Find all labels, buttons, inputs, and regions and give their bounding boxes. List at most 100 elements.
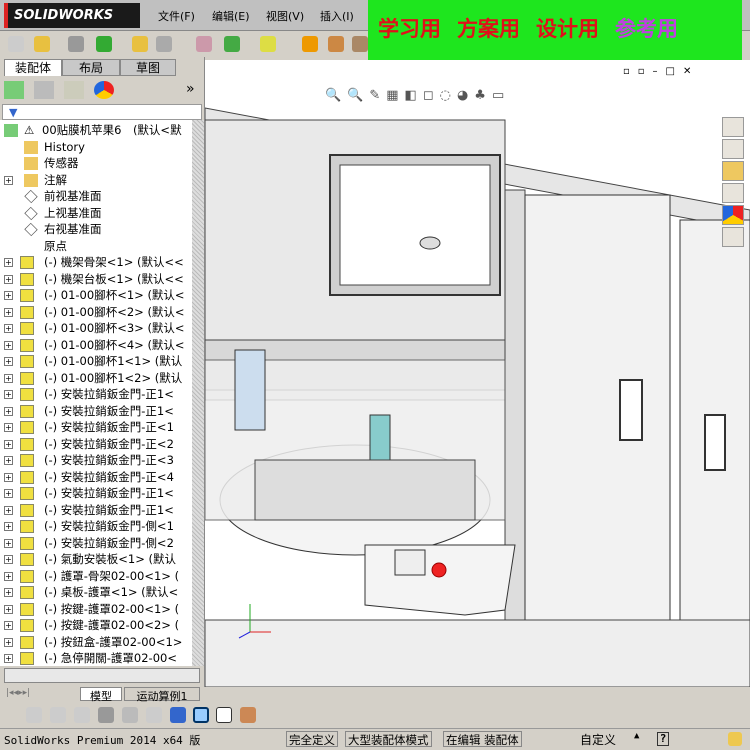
task-pane-appearance-icon[interactable] [722,205,744,225]
tab-motion-study-1[interactable]: 运动算例1 [124,687,200,703]
units-custom[interactable]: 自定义 [580,731,616,748]
insert-component-icon[interactable] [8,36,24,52]
expand-toggle[interactable]: + [4,456,13,465]
tree-component-item[interactable]: + (-) 安裝拉銷鈑金門-正<4 [0,469,190,486]
bill-of-materials-icon[interactable] [328,36,344,52]
tag-icon[interactable] [728,732,742,746]
tree-component-item[interactable]: + (-) 機架骨架<1> (默认<< [0,254,190,271]
pattern-icon[interactable] [96,36,112,52]
tab-scroll-arrows[interactable]: |◂◂▸▸| [6,688,30,698]
menu-file[interactable]: 文件(F) [158,8,195,24]
expand-toggle[interactable]: + [4,307,13,317]
tree-component-item[interactable]: + (-) 按鍵-護罩02-00<2> ( [0,617,190,634]
display-manager-icon[interactable] [94,81,114,99]
property-manager-icon[interactable] [34,81,54,99]
expand-toggle[interactable]: + [4,373,13,383]
tree-component-item[interactable]: + (-) 安裝拉銷鈑金門-正1< [0,485,190,502]
smart-fastener-icon[interactable] [132,36,148,52]
show-hidden-icon[interactable] [196,36,212,52]
tree-component-item[interactable]: + (-) 安裝拉銷鈑金門-側<1 [0,518,190,535]
tree-vertical-scrollbar[interactable] [192,120,204,666]
expand-toggle[interactable]: + [4,621,13,630]
new-motion-study-icon[interactable] [302,36,318,52]
configuration-manager-icon[interactable] [64,81,84,99]
tree-component-item[interactable]: + (-) 01-00腳杯<1> (默认< [0,287,190,304]
tree-component-item[interactable]: + (-) 急停開關-護罩02-00< [0,650,190,666]
tree-component-item[interactable]: + (-) 安裝拉銷鈑金門-正<2 [0,436,190,453]
expand-toggle[interactable]: + [4,439,13,449]
tree-component-item[interactable]: + (-) 氣動安裝板<1> (默认 [0,551,190,568]
filter-bar[interactable]: ▼ [2,104,202,120]
tree-feature-item[interactable]: History [0,139,190,156]
expand-toggle[interactable]: + [4,555,13,564]
expand-toggle[interactable]: + [4,489,13,498]
expand-toggle[interactable]: + [4,637,13,647]
render-icon[interactable] [240,707,256,723]
expand-toggle[interactable]: + [4,175,13,185]
task-pane-library-icon[interactable] [722,139,744,159]
tree-feature-item[interactable]: 上视基准面 [0,205,190,222]
box-icon[interactable] [50,707,66,723]
assembly-features-icon[interactable] [224,36,240,52]
expand-toggle[interactable]: + [4,390,13,399]
tree-component-item[interactable]: + (-) 機架台板<1> (默认<< [0,271,190,288]
units-arrow-icon[interactable]: ▲ [634,731,639,741]
tree-component-item[interactable]: + (-) 護罩-骨架02-00<1> ( [0,568,190,585]
expand-toggle[interactable]: + [4,571,13,581]
tree-component-item[interactable]: + (-) 安裝拉銷鈑金門-正<1 [0,419,190,436]
tree-feature-item[interactable]: + 注解 [0,172,190,189]
expand-toggle[interactable]: + [4,472,13,482]
tab-assembly[interactable]: 装配体 [4,59,62,76]
expand-toggle[interactable]: + [4,340,13,350]
tree-component-item[interactable]: + (-) 01-00腳杯<4> (默认< [0,337,190,354]
heads-up-view-toolbar[interactable]: 🔍🔍✎▦◧◻◌◕♣▭ [325,88,625,106]
expand-toggle[interactable]: + [4,324,13,333]
expand-toggle[interactable]: + [4,538,13,548]
tree-component-item[interactable]: + (-) 01-00腳杯1<1> (默认 [0,353,190,370]
tree-horizontal-scrollbar[interactable] [4,668,200,683]
solidworks-logo[interactable]: SOLIDWORKS [4,3,140,28]
menu-edit[interactable]: 编辑(E) [212,8,250,24]
reference-geometry-icon[interactable] [260,36,276,52]
axis-icon[interactable] [170,707,186,723]
tree-component-item[interactable]: + (-) 01-00腳杯<2> (默认< [0,304,190,321]
tree-component-item[interactable]: + (-) 安裝拉銷鈑金門-側<2 [0,535,190,552]
tree-component-item[interactable]: + (-) 安裝拉銷鈑金門-正1< [0,403,190,420]
tab-model[interactable]: 模型 [80,687,122,703]
task-pane-home-icon[interactable] [722,117,744,137]
tree-component-item[interactable]: + (-) 01-00腳杯1<2> (默认 [0,370,190,387]
tree-component-item[interactable]: + (-) 桌板-護罩<1> (默认< [0,584,190,601]
task-pane-view-palette-icon[interactable] [722,183,744,203]
edit-icon[interactable] [26,707,42,723]
filter-icon[interactable]: ▼ [3,106,17,119]
expand-toggle[interactable]: + [4,291,13,300]
expand-toggle[interactable]: + [4,258,13,267]
paperclip-icon[interactable] [68,36,84,52]
tree-component-item[interactable]: + (-) 安裝拉銷鈑金門-正1< [0,386,190,403]
tree-component-item[interactable]: + (-) 01-00腳杯<3> (默认< [0,320,190,337]
menu-insert[interactable]: 插入(I) [320,8,354,24]
expand-toggle[interactable]: + [4,357,13,366]
expand-toggle[interactable]: + [4,654,13,663]
feature-manager-icon[interactable] [4,81,24,99]
move-component-icon[interactable] [156,36,172,52]
expand-toggle[interactable]: + [4,274,13,284]
appearance-icon[interactable] [74,707,90,723]
tree-feature-item[interactable]: 传感器 [0,155,190,172]
expand-toggle[interactable]: + [4,505,13,515]
task-pane-custom-properties-icon[interactable] [722,227,744,247]
task-pane-explorer-icon[interactable] [722,161,744,181]
tree-component-item[interactable]: + (-) 安裝拉銷鈑金門-正<3 [0,452,190,469]
expand-chevron-icon[interactable]: » [186,81,195,97]
tab-sketch[interactable]: 草图 [120,59,176,76]
table-icon[interactable] [216,707,232,723]
shaded-view-icon[interactable] [193,707,209,723]
menu-view[interactable]: 视图(V) [266,8,304,24]
expand-toggle[interactable]: + [4,423,13,432]
lines-icon[interactable] [98,707,114,723]
exploded-view-icon[interactable] [352,36,368,52]
graphics-viewport[interactable]: 🔍🔍✎▦◧◻◌◕♣▭ ▫▫–□✕ [205,60,750,687]
expand-toggle[interactable]: + [4,588,13,597]
tree-feature-item[interactable]: 前视基准面 [0,188,190,205]
tree-feature-item[interactable]: 原点 [0,238,190,255]
